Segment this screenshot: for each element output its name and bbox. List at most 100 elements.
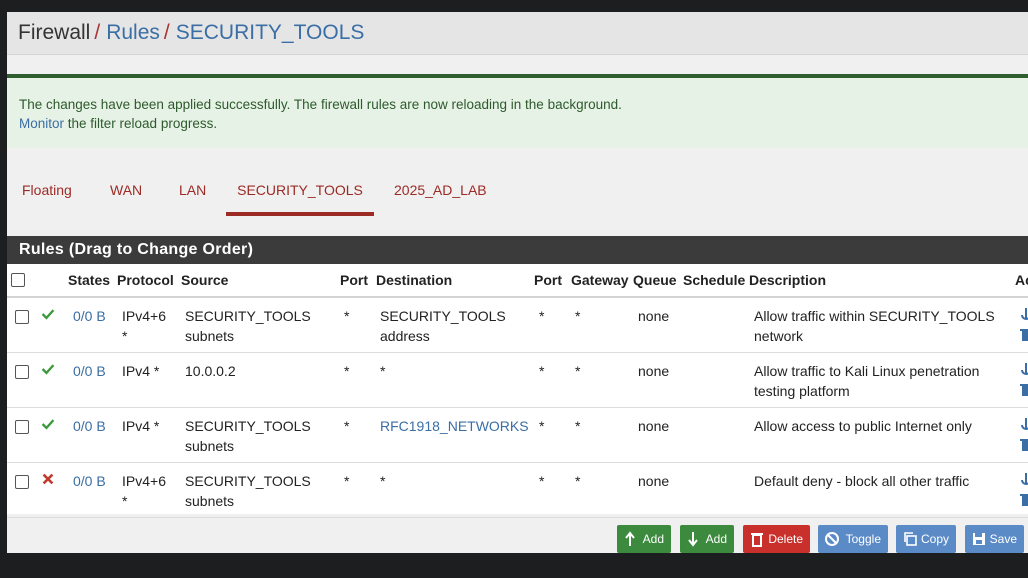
source-line-2: subnets (185, 493, 235, 509)
destination-line-1: SECURITY_TOOLS (380, 308, 506, 324)
dest-port-cell: * (539, 308, 545, 324)
tab-2025-ad-lab[interactable]: 2025_AD_LAB (394, 180, 487, 212)
add-bottom-button[interactable]: Add (680, 525, 734, 553)
col-actions: Actions (1015, 272, 1028, 288)
description-cell: Allow access to public Internet only (754, 418, 972, 434)
toggle-label: Toggle (845, 532, 881, 546)
row-checkbox[interactable] (15, 310, 29, 324)
port-cell: * (344, 308, 350, 324)
breadcrumb-current[interactable]: SECURITY_TOOLS (176, 21, 365, 45)
col-dest-port: Port (534, 272, 562, 288)
source-line-2: subnets (185, 328, 235, 344)
add-bottom-label: Add (705, 532, 727, 546)
main-frame: Firewall / Rules / SECURITY_TOOLS The ch… (7, 12, 1028, 553)
description-line-2: testing platform (754, 383, 850, 399)
source-line-1: SECURITY_TOOLS (185, 418, 311, 434)
queue-cell: none (638, 473, 670, 489)
select-all-checkbox[interactable] (11, 273, 25, 287)
protocol-line-1: IPv4+6 (122, 308, 166, 324)
col-destination: Destination (376, 272, 453, 288)
gateway-cell: * (575, 308, 581, 324)
gateway-cell: * (575, 418, 581, 434)
dest-port-cell: * (539, 363, 545, 379)
table-header: States Protocol Source Port Destination … (7, 264, 1028, 298)
dest-port-cell: * (539, 473, 545, 489)
save-label: Save (989, 532, 1017, 546)
anchor-icon[interactable] (1019, 417, 1028, 431)
description-line-1: Allow traffic within SECURITY_TOOLS (754, 308, 995, 324)
delete-button[interactable]: Delete (743, 525, 810, 553)
alert-line-1: The changes have been applied successful… (19, 97, 622, 112)
protocol-cell: IPv4+6 * (122, 471, 166, 511)
alert-line-2: Monitor the filter reload progress. (19, 114, 1028, 133)
description-line-2: network (754, 328, 804, 344)
description-cell: Allow traffic to Kali Linux penetration t… (754, 361, 979, 401)
toggle-button[interactable]: Toggle (818, 525, 888, 553)
states-link[interactable]: 0/0 B (73, 306, 106, 326)
copy-icon (904, 532, 917, 546)
trash-icon[interactable] (1019, 438, 1028, 452)
copy-button[interactable]: Copy (896, 525, 956, 553)
check-icon[interactable] (41, 362, 55, 376)
anchor-icon[interactable] (1019, 472, 1028, 486)
check-icon[interactable] (41, 307, 55, 321)
row-checkbox[interactable] (15, 420, 29, 434)
description-cell: Default deny - block all other traffic (754, 473, 970, 489)
add-top-label: Add (642, 532, 664, 546)
trash-icon[interactable] (1019, 493, 1028, 507)
destination-alias-link[interactable]: RFC1918_NETWORKS (380, 416, 529, 436)
port-cell: * (344, 418, 350, 434)
monitor-link[interactable]: Monitor (19, 116, 64, 131)
save-button[interactable]: Save (965, 525, 1024, 553)
table-row[interactable]: 0/0 B IPv4+6 * SECURITY_TOOLSsubnets * SE… (7, 298, 1028, 353)
tab-lan[interactable]: LAN (179, 180, 206, 212)
add-top-button[interactable]: Add (617, 525, 671, 553)
trash-icon (751, 533, 763, 547)
anchor-icon[interactable] (1019, 362, 1028, 376)
col-states: States (68, 272, 111, 288)
states-link[interactable]: 0/0 B (73, 471, 106, 491)
states-link[interactable]: 0/0 B (73, 361, 106, 381)
source-line-1: SECURITY_TOOLS (185, 473, 311, 489)
row-checkbox[interactable] (15, 365, 29, 379)
table-row[interactable]: 0/0 B IPv4 * SECURITY_TOOLS subnets * RFC… (7, 408, 1028, 463)
dest-port-cell: * (539, 418, 545, 434)
source-line-1: SECURITY_TOOLS (185, 308, 311, 324)
table-row[interactable]: 0/0 B IPv4+6 * SECURITY_TOOLS subnets * * … (7, 463, 1028, 518)
breadcrumb: Firewall / Rules / SECURITY_TOOLS (7, 12, 1028, 55)
tab-wan[interactable]: WAN (110, 180, 142, 212)
success-alert: The changes have been applied successful… (7, 74, 1028, 148)
block-x-icon[interactable] (41, 472, 55, 486)
row-checkbox[interactable] (15, 475, 29, 489)
interface-tabs: Floating WAN LAN SECURITY_TOOLS 2025_AD_… (7, 180, 1028, 216)
check-icon[interactable] (41, 417, 55, 431)
arrow-down-icon (688, 532, 698, 547)
queue-cell: none (638, 363, 670, 379)
destination-cell: * (380, 363, 386, 379)
rules-panel-title: Rules (Drag to Change Order) (7, 236, 1028, 264)
protocol-line-1: IPv4+6 (122, 473, 166, 489)
save-icon (973, 533, 985, 545)
breadcrumb-separator: / (94, 21, 101, 44)
tab-security-tools[interactable]: SECURITY_TOOLS (226, 180, 374, 216)
description-line-1: Allow traffic to Kali Linux penetration (754, 363, 980, 379)
breadcrumb-rules-link[interactable]: Rules (106, 21, 160, 45)
states-link[interactable]: 0/0 B (73, 416, 106, 436)
col-protocol: Protocol (117, 272, 174, 288)
source-cell: SECURITY_TOOLSsubnets (185, 306, 311, 346)
source-cell: 10.0.0.2 (185, 363, 236, 379)
anchor-icon[interactable] (1019, 307, 1028, 321)
trash-icon[interactable] (1019, 328, 1028, 342)
queue-cell: none (638, 418, 670, 434)
ban-icon (825, 532, 839, 546)
col-queue: Queue (633, 272, 677, 288)
table-row[interactable]: 0/0 B IPv4 * 10.0.0.2 * * * * none Allow… (7, 353, 1028, 408)
arrow-up-icon (625, 531, 635, 546)
protocol-cell: IPv4 * (122, 418, 160, 434)
destination-cell: * (380, 473, 386, 489)
col-description: Description (749, 272, 827, 288)
col-gateway: Gateway (571, 272, 629, 288)
tab-floating[interactable]: Floating (22, 180, 72, 212)
port-cell: * (344, 363, 350, 379)
trash-icon[interactable] (1019, 383, 1028, 397)
